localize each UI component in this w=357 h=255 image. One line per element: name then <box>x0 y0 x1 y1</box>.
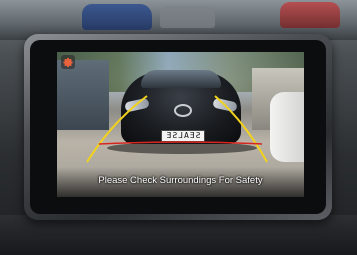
guide-line-red-distance <box>98 141 263 145</box>
dashboard-lower <box>0 215 357 255</box>
safety-warning-text: Please Check Surroundings For Safety <box>98 175 263 186</box>
guide-line-left <box>86 95 148 163</box>
guide-line-right <box>214 95 268 163</box>
car-dashboard-scene: SEALSE Please Check Surroundings For Saf… <box>0 0 357 255</box>
parked-car-grey <box>160 6 215 28</box>
gear-icon <box>62 57 73 67</box>
parked-car-blue <box>82 4 152 30</box>
parked-car-red <box>280 2 340 28</box>
camera-settings-button[interactable] <box>61 55 75 69</box>
